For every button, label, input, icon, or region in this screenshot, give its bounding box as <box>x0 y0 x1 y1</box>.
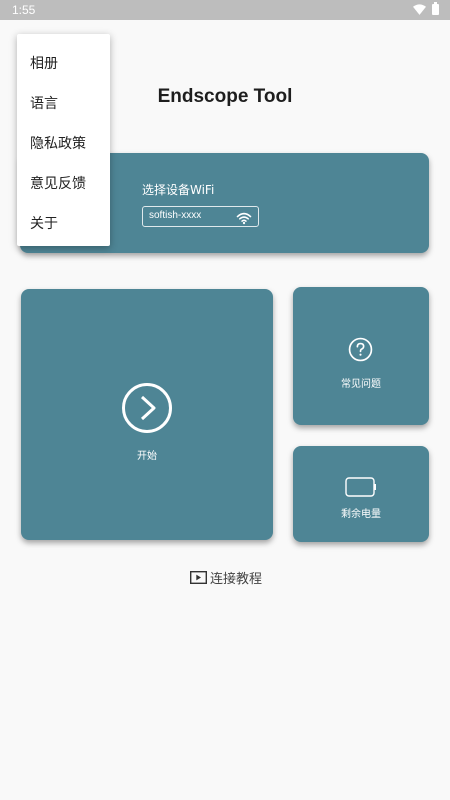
menu-item-album[interactable]: 相册 <box>30 53 58 73</box>
wifi-ssid-field[interactable]: softish-xxxx <box>142 206 259 227</box>
menu-item-language[interactable]: 语言 <box>30 93 58 113</box>
faq-button[interactable]: 常见问题 <box>293 287 429 425</box>
app-title-text: Endscope Tool <box>157 86 293 107</box>
battery-level-card[interactable]: 剩余电量 <box>293 446 429 542</box>
wifi-select-label: 选择设备WiFi <box>142 183 215 197</box>
connection-tutorial-link[interactable]: 连接教程 <box>190 568 262 587</box>
video-play-icon <box>190 571 207 584</box>
wifi-icon <box>413 4 426 18</box>
status-bar: 1:55 <box>0 0 450 20</box>
play-circle-icon <box>121 382 173 438</box>
wifi-icon <box>236 210 252 229</box>
menu-item-about[interactable]: 关于 <box>30 213 58 233</box>
status-time: 1:55 <box>12 3 36 17</box>
battery-outline-icon <box>345 477 377 501</box>
menu-item-feedback[interactable]: 意见反馈 <box>30 173 86 193</box>
menu-item-privacy-policy[interactable]: 隐私政策 <box>30 133 86 153</box>
battery-label: 剩余电量 <box>341 509 381 520</box>
battery-icon <box>432 2 439 15</box>
faq-label: 常见问题 <box>341 379 381 390</box>
dropdown-menu: 相册 语言 隐私政策 意见反馈 关于 <box>17 34 110 246</box>
start-button[interactable]: 开始 <box>21 289 273 540</box>
tutorial-label: 连接教程 <box>210 572 263 587</box>
help-circle-icon <box>348 337 373 366</box>
start-label: 开始 <box>137 451 157 462</box>
wifi-ssid-text: softish-xxxx <box>149 210 202 221</box>
